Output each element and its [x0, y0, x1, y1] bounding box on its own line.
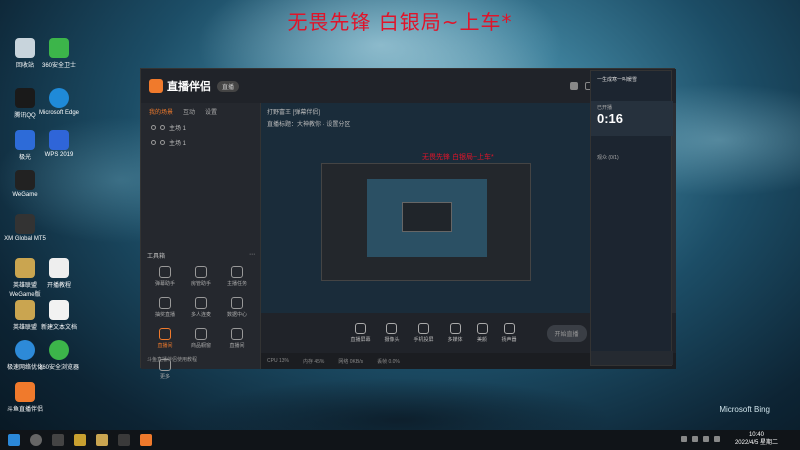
scene-item[interactable]: 主场 1	[141, 135, 260, 150]
eye-icon[interactable]	[151, 125, 156, 130]
audience-section: 观众 (0/1)	[597, 155, 619, 161]
tool-liveroom[interactable]: 直播间	[147, 328, 183, 349]
tool-tasks[interactable]: 主播任务	[219, 266, 255, 287]
room-icon	[159, 328, 171, 340]
shop-icon	[195, 328, 207, 340]
lol-taskbar-icon[interactable]	[96, 434, 108, 446]
text-file-icon	[49, 300, 69, 320]
tool-multicall[interactable]: 多人连麦	[183, 297, 219, 318]
tutorial-link[interactable]: 斗鱼直播伴侣使用教程	[147, 356, 197, 363]
douyu-logo-icon	[149, 79, 163, 93]
desktop-icon-edge[interactable]: Microsoft Edge	[38, 88, 80, 116]
desktop-icon-360[interactable]: 360安全卫士	[38, 38, 80, 69]
calendar-icon	[231, 328, 243, 340]
wps-icon	[49, 130, 69, 150]
chat-icon	[159, 266, 171, 278]
desktop-icon-tutorial[interactable]: 开播教程	[38, 258, 80, 289]
mic-icon	[195, 297, 207, 309]
nested-banner: 无畏先锋 白银局~上车*	[422, 154, 494, 161]
beauty-icon	[476, 323, 488, 334]
tool-shop[interactable]: 商品橱窗	[183, 328, 219, 349]
taskview-icon[interactable]	[52, 434, 64, 446]
taskbar	[0, 430, 800, 450]
tool-lottery[interactable]: 抽奖直播	[147, 297, 183, 318]
side-footer	[591, 351, 673, 365]
taskbar-clock[interactable]: 10:40 2022/4/5 星期二	[735, 431, 778, 447]
media-icon	[449, 323, 461, 334]
360-icon	[49, 38, 69, 58]
system-tray	[681, 436, 720, 442]
speaker-icon	[503, 323, 515, 334]
source-phone-button[interactable]: 手机投屏	[413, 323, 434, 343]
app-taskbar-icon[interactable]	[118, 434, 130, 446]
desktop-icon-360browser[interactable]: 360安全浏览器	[38, 340, 80, 371]
left-tabs: 我的场景 互动 设置	[141, 103, 260, 120]
beauty-button[interactable]: 美颜	[476, 323, 488, 343]
nested-preview-window: 无畏先锋 白银局~上车*	[321, 154, 531, 281]
task-icon	[231, 266, 243, 278]
tab-interact[interactable]: 互动	[183, 107, 195, 116]
lock-icon[interactable]	[160, 125, 165, 130]
source-media-button[interactable]: 多媒体	[448, 323, 463, 343]
tool-liveroom2[interactable]: 直播间	[219, 328, 255, 349]
network-icon	[15, 340, 35, 360]
camera-icon	[386, 323, 398, 334]
scene-item[interactable]: 主场 1	[141, 120, 260, 135]
jiguang-icon	[15, 130, 35, 150]
douyu-icon	[15, 382, 35, 402]
toolbox-title: 工具箱	[147, 254, 166, 260]
tab-scenes[interactable]: 我的场景	[149, 107, 173, 116]
document-icon	[49, 258, 69, 278]
desktop-icon-textfile[interactable]: 新建文本文档	[38, 300, 80, 331]
eye-icon[interactable]	[151, 140, 156, 145]
version-badge[interactable]: 直播	[217, 80, 240, 92]
network-tray-icon[interactable]	[692, 436, 698, 442]
side-header: 一生成寒一叫暖雪	[597, 77, 638, 83]
desktop-icon-wegame[interactable]: WeGame	[4, 170, 46, 198]
source-camera-button[interactable]: 摄像头	[384, 323, 399, 343]
chart-icon	[231, 297, 243, 309]
app-logo: 直播伴侣	[149, 78, 211, 94]
preview-info: 打野富王 [弹幕伴侣] 直播标题：大神教你 · 设置分区	[267, 110, 351, 128]
source-screen-button[interactable]: 直播屏幕	[350, 323, 370, 343]
stream-banner: 无畏先锋 白银局~上车*	[287, 10, 513, 34]
search-icon[interactable]	[30, 434, 42, 446]
lock-icon[interactable]	[160, 140, 165, 145]
douyu-taskbar-icon[interactable]	[140, 434, 152, 446]
volume-tray-icon[interactable]	[703, 436, 709, 442]
live-side-panel: 一生成寒一叫暖雪 已开播 0:16 观众 (0/1)	[590, 70, 673, 366]
admin-icon	[195, 266, 207, 278]
stream-preview: 打野富王 [弹幕伴侣] 直播标题：大神教你 · 设置分区 无畏先锋 白银局~上车…	[261, 103, 601, 313]
tool-roomadmin[interactable]: 房管助手	[183, 266, 219, 287]
wegame-icon	[15, 170, 35, 190]
tray-arrow-icon[interactable]	[681, 436, 687, 442]
speaker-button[interactable]: 扬声器	[502, 323, 517, 343]
phone-icon	[417, 323, 429, 334]
tab-settings[interactable]: 设置	[205, 107, 217, 116]
lol-icon	[15, 258, 35, 278]
tool-data[interactable]: 数据中心	[219, 297, 255, 318]
toolbox-more-icon[interactable]: ⋯	[249, 251, 255, 260]
desktop-icon-douyu[interactable]: 斗鱼直播伴侣	[4, 382, 46, 413]
wegame-taskbar-icon[interactable]	[74, 434, 86, 446]
qq-icon	[15, 88, 35, 108]
lottery-icon	[159, 297, 171, 309]
desktop-icon-xm[interactable]: XM Global MT5	[4, 214, 46, 242]
bing-watermark: Microsoft Bing	[719, 405, 770, 414]
start-windows-icon[interactable]	[8, 434, 20, 446]
left-panel: 我的场景 互动 设置 主场 1 主场 1 工具箱 ⋯ 弹幕助手 房管助手 主播任务…	[141, 103, 261, 380]
tool-danmu[interactable]: 弹幕助手	[147, 266, 183, 287]
nested-screen-inner	[402, 202, 452, 232]
ime-tray-icon[interactable]	[714, 436, 720, 442]
browser-icon	[49, 340, 69, 360]
desktop-icon-wps[interactable]: WPS 2019	[38, 130, 80, 158]
live-timer: 已开播 0:16	[591, 101, 673, 136]
recycle-bin-icon	[15, 38, 35, 58]
monitor-icon	[354, 323, 366, 334]
xm-icon	[15, 214, 35, 234]
lol-icon	[15, 300, 35, 320]
edge-icon	[49, 88, 69, 108]
start-live-button[interactable]: 开始直播	[546, 324, 587, 342]
user-avatar[interactable]	[570, 82, 578, 90]
